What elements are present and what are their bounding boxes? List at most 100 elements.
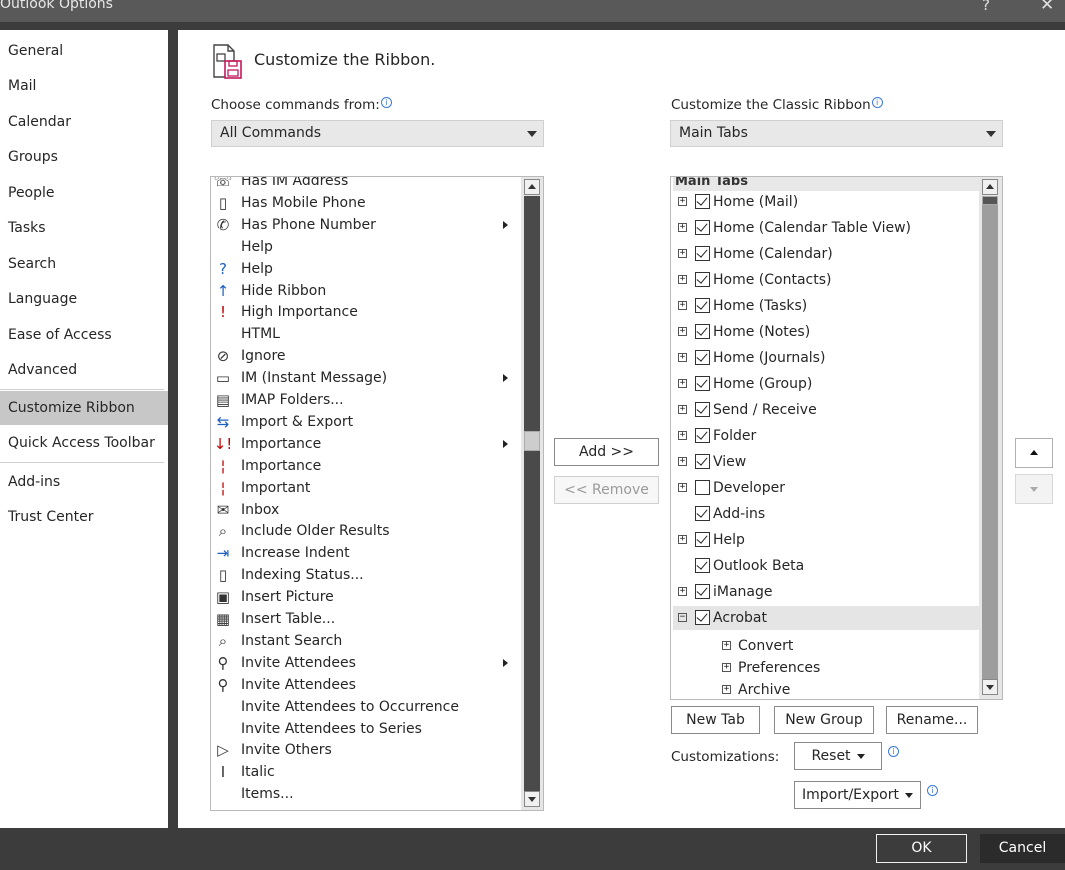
scroll-down-button[interactable] [982,679,998,695]
sidebar-item-calendar[interactable]: Calendar [0,105,168,139]
command-item[interactable]: ⇆ Import & Export [211,411,521,433]
tab-checkbox[interactable] [695,402,710,417]
command-item[interactable]: ▭ IM (Instant Message) [211,367,521,389]
commands-scrollbar[interactable] [521,177,543,810]
sidebar-item-advanced[interactable]: Advanced [0,353,168,387]
command-item[interactable]: Items... [211,783,521,805]
tab-checkbox[interactable] [695,350,710,365]
command-item[interactable]: Invite Attendees to Series [211,718,521,740]
tree-item[interactable]: + Home (Journals) [673,346,979,370]
tree-item[interactable]: + Send / Receive [673,398,979,422]
rename-button[interactable]: Rename... [886,706,978,734]
command-item[interactable]: ▣ Insert Picture [211,586,521,608]
expand-icon[interactable]: + [678,535,687,544]
tab-checkbox[interactable] [695,246,710,261]
command-item[interactable]: ✉ Inbox [211,499,521,521]
sidebar-item-trust-center[interactable]: Trust Center [0,500,168,534]
close-button[interactable]: ✕ [1040,0,1054,15]
command-item[interactable]: ▯ Has Mobile Phone [211,192,521,214]
tab-checkbox[interactable] [695,610,710,625]
info-icon[interactable]: i [871,97,883,108]
tree-item[interactable]: + Developer [673,476,979,500]
collapse-icon[interactable]: − [678,613,687,622]
add-button[interactable]: Add >> [554,438,659,466]
tab-checkbox[interactable] [695,194,710,209]
info-icon[interactable]: i [888,746,899,757]
command-item[interactable]: ⌕ Instant Search [211,630,521,652]
expand-icon[interactable]: + [678,301,687,310]
sidebar-item-add-ins[interactable]: Add-ins [0,465,168,499]
command-item[interactable]: ↓! Importance [211,433,521,455]
sidebar-item-ease-of-access[interactable]: Ease of Access [0,318,168,352]
command-item[interactable]: ▷ Invite Others [211,739,521,761]
scroll-up-button[interactable] [524,179,540,195]
command-item[interactable]: HTML [211,323,521,345]
expand-icon[interactable]: + [678,197,687,206]
tab-checkbox[interactable] [695,298,710,313]
command-item[interactable]: ? Help [211,258,521,280]
command-item[interactable]: ✆ Has Phone Number [211,214,521,236]
help-button[interactable]: ? [982,0,990,14]
command-item[interactable]: ¦ Important [211,477,521,499]
expand-icon[interactable]: + [678,249,687,258]
tree-item[interactable]: + iManage [673,580,979,604]
commands-list[interactable]: ☏ Has IM Address ▯ Has Mobile Phone ✆ Has Pho… [210,176,544,811]
tab-checkbox[interactable] [695,324,710,339]
expand-icon[interactable]: + [722,641,731,650]
remove-button[interactable]: << Remove [554,476,659,504]
sidebar-item-people[interactable]: People [0,176,168,210]
cancel-button[interactable]: Cancel [980,834,1065,863]
tree-subitem[interactable]: + Preferences [719,656,969,680]
tab-checkbox[interactable] [695,272,710,287]
import-export-button[interactable]: Import/Export [794,781,921,809]
command-item[interactable]: ▦ Insert Table... [211,608,521,630]
tree-item[interactable]: − Acrobat [673,606,979,630]
scroll-up-button[interactable] [982,179,998,195]
expand-icon[interactable]: + [678,353,687,362]
expand-icon[interactable]: + [678,457,687,466]
command-item[interactable]: ☏ Has IM Address [211,177,521,192]
tree-item[interactable]: + Home (Group) [673,372,979,396]
tree-scrollbar[interactable] [979,177,1002,699]
expand-icon[interactable]: + [722,685,731,694]
move-down-button[interactable] [1015,474,1053,504]
scroll-track[interactable] [524,196,540,791]
command-item[interactable]: ▯ Indexing Status... [211,564,521,586]
tab-checkbox[interactable] [695,428,710,443]
tab-checkbox[interactable] [695,454,710,469]
scroll-thumb[interactable] [524,431,540,451]
sidebar-item-language[interactable]: Language [0,282,168,316]
expand-icon[interactable]: + [678,379,687,388]
sidebar-item-search[interactable]: Search [0,247,168,281]
expand-icon[interactable]: + [722,663,731,672]
tree-item[interactable]: + Home (Tasks) [673,294,979,318]
command-item[interactable]: I Italic [211,761,521,783]
expand-icon[interactable]: + [678,405,687,414]
scroll-down-button[interactable] [524,791,540,807]
command-item[interactable]: ⚲ Invite Attendees [211,652,521,674]
tab-checkbox[interactable] [695,376,710,391]
expand-icon[interactable]: + [678,223,687,232]
scroll-track[interactable] [982,205,998,679]
expand-icon[interactable]: + [678,431,687,440]
tab-checkbox[interactable] [695,584,710,599]
tree-subitem[interactable]: + Archive [719,678,969,699]
move-up-button[interactable] [1015,438,1053,468]
command-item[interactable]: ¦ Importance [211,455,521,477]
tree-item[interactable]: + Home (Mail) [673,190,979,214]
tab-checkbox[interactable] [695,558,710,573]
tree-item[interactable]: + Home (Calendar) [673,242,979,266]
tree-item[interactable]: + Home (Contacts) [673,268,979,292]
sidebar-item-tasks[interactable]: Tasks [0,211,168,245]
expand-icon[interactable]: + [678,275,687,284]
new-tab-button[interactable]: New Tab [671,706,760,734]
info-icon[interactable]: i [380,97,392,108]
tree-item[interactable]: + Home (Calendar Table View) [673,216,979,240]
reset-button[interactable]: Reset [794,742,882,770]
info-icon[interactable]: i [927,785,938,796]
command-item[interactable]: Invite Attendees to Occurrence [211,696,521,718]
sidebar-item-customize-ribbon[interactable]: Customize Ribbon [0,391,168,425]
expand-icon[interactable]: + [678,587,687,596]
tab-checkbox[interactable] [695,506,710,521]
command-item[interactable]: Help [211,236,521,258]
